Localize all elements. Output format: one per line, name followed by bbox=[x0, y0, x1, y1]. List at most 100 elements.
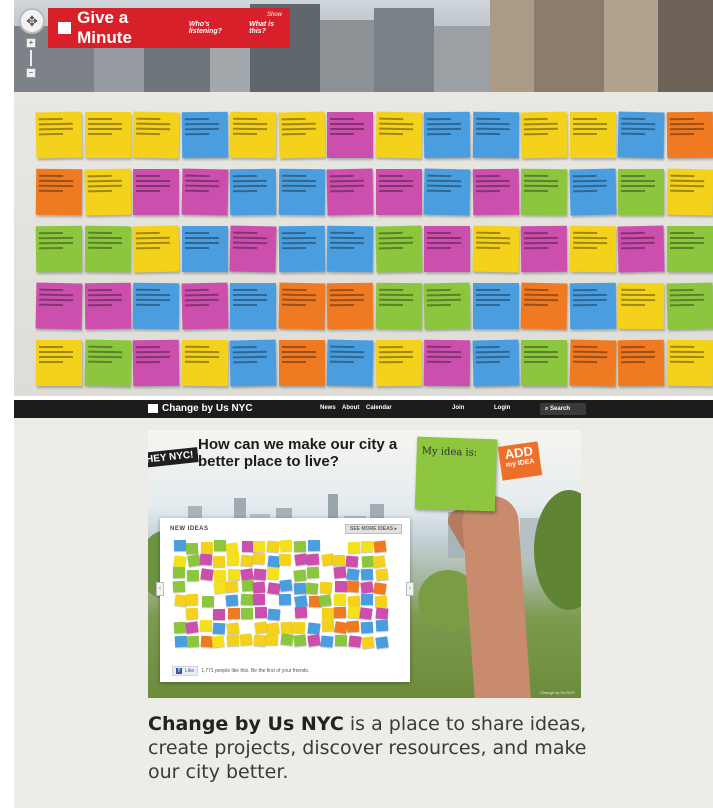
sticky-note[interactable] bbox=[229, 168, 277, 216]
sticky-note[interactable] bbox=[327, 112, 373, 158]
sticky-note[interactable] bbox=[666, 168, 713, 216]
sticky-note[interactable] bbox=[35, 225, 83, 273]
sticky-note[interactable] bbox=[132, 339, 180, 387]
sticky-note[interactable] bbox=[472, 283, 519, 329]
sticky-note[interactable] bbox=[132, 282, 180, 330]
sticky-note[interactable] bbox=[521, 340, 567, 386]
sticky-note[interactable] bbox=[181, 111, 228, 159]
sticky-note[interactable] bbox=[230, 283, 276, 329]
mini-sticky-note bbox=[173, 540, 186, 552]
sticky-note[interactable] bbox=[666, 111, 713, 159]
sticky-note[interactable] bbox=[84, 339, 131, 387]
nav-join[interactable]: Join bbox=[452, 405, 464, 411]
add-my-idea-button[interactable]: ADD my IDEA bbox=[497, 441, 543, 481]
sticky-note[interactable] bbox=[326, 282, 374, 330]
sticky-note[interactable] bbox=[229, 339, 277, 387]
sticky-note[interactable] bbox=[375, 111, 422, 159]
what-is-this-link[interactable]: What is this? bbox=[249, 21, 290, 35]
sticky-note[interactable] bbox=[423, 111, 471, 159]
sticky-note[interactable] bbox=[278, 168, 325, 216]
change-by-us-logo[interactable]: Change by Us NYC bbox=[162, 403, 253, 414]
sticky-note[interactable] bbox=[133, 169, 179, 215]
sticky-note[interactable] bbox=[326, 168, 374, 216]
search-button[interactable]: ⌕ Search bbox=[540, 403, 586, 415]
sticky-note[interactable] bbox=[35, 168, 83, 216]
sticky-note[interactable] bbox=[375, 169, 422, 215]
nav-login[interactable]: Login bbox=[494, 405, 510, 411]
sticky-note[interactable] bbox=[618, 169, 664, 215]
hey-nyc-badge: HEY NYC! bbox=[148, 447, 199, 468]
sticky-note[interactable] bbox=[278, 340, 325, 386]
sticky-note[interactable] bbox=[181, 226, 228, 272]
sticky-note[interactable] bbox=[569, 168, 616, 216]
sticky-note[interactable] bbox=[520, 225, 568, 273]
mini-sticky-note bbox=[185, 607, 199, 620]
sticky-note[interactable] bbox=[375, 282, 422, 330]
sticky-note[interactable] bbox=[132, 111, 180, 159]
sticky-note[interactable] bbox=[423, 339, 471, 387]
sticky-note[interactable] bbox=[569, 112, 616, 158]
sticky-note[interactable] bbox=[472, 339, 519, 387]
photo-credit: Change by Us NYC bbox=[540, 690, 575, 695]
sticky-note[interactable] bbox=[520, 168, 568, 216]
sticky-note[interactable] bbox=[84, 168, 131, 216]
sticky-note[interactable] bbox=[617, 339, 665, 387]
sticky-note[interactable] bbox=[520, 282, 568, 330]
sticky-note[interactable] bbox=[84, 282, 131, 330]
sticky-note[interactable] bbox=[569, 282, 616, 330]
facebook-like-button[interactable]: f Like bbox=[172, 666, 199, 676]
sticky-note[interactable] bbox=[36, 340, 82, 386]
sticky-note[interactable] bbox=[84, 112, 131, 158]
sticky-note[interactable] bbox=[472, 111, 519, 159]
zoom-slider-track[interactable] bbox=[30, 50, 32, 66]
sticky-note[interactable] bbox=[520, 111, 568, 159]
mini-sticky-note bbox=[335, 634, 348, 647]
my-idea-card[interactable]: My idea is: bbox=[414, 436, 498, 512]
mini-sticky-note bbox=[306, 567, 319, 579]
nav-about[interactable]: About bbox=[342, 405, 359, 411]
sticky-note[interactable] bbox=[424, 226, 470, 272]
sticky-note[interactable] bbox=[472, 225, 519, 273]
sticky-note[interactable] bbox=[229, 111, 277, 159]
mini-sticky-note bbox=[186, 635, 200, 648]
sticky-note[interactable] bbox=[35, 111, 83, 159]
sticky-note[interactable] bbox=[375, 225, 422, 273]
whos-listening-link[interactable]: Who's listening? bbox=[189, 21, 241, 35]
see-more-ideas-button[interactable]: SEE MORE IDEAS ▸ bbox=[345, 524, 402, 534]
sticky-note[interactable] bbox=[569, 225, 616, 273]
previous-arrow-icon[interactable]: ‹ bbox=[156, 582, 164, 596]
sticky-note[interactable] bbox=[181, 339, 228, 387]
sticky-note[interactable] bbox=[423, 168, 471, 216]
zoom-out-button[interactable]: − bbox=[26, 68, 36, 78]
sticky-note[interactable] bbox=[326, 339, 374, 387]
sticky-note[interactable] bbox=[666, 339, 713, 387]
tagline-brand: Change by Us NYC bbox=[148, 713, 344, 735]
zoom-control[interactable]: + − bbox=[26, 38, 36, 78]
show-toggle[interactable]: Show bbox=[267, 12, 282, 18]
sticky-note[interactable] bbox=[278, 225, 325, 273]
sticky-note[interactable] bbox=[35, 282, 83, 330]
nav-news[interactable]: News bbox=[320, 405, 336, 411]
sticky-note[interactable] bbox=[617, 111, 665, 159]
mini-sticky-note bbox=[185, 542, 198, 554]
sticky-note[interactable] bbox=[617, 225, 665, 273]
sticky-note[interactable] bbox=[181, 282, 228, 330]
zoom-in-button[interactable]: + bbox=[26, 38, 36, 48]
sticky-note[interactable] bbox=[229, 225, 277, 273]
sticky-note[interactable] bbox=[375, 339, 422, 387]
pan-control-icon[interactable]: ✥ bbox=[19, 8, 45, 34]
next-arrow-icon[interactable]: › bbox=[406, 582, 414, 596]
sticky-note[interactable] bbox=[278, 111, 325, 159]
sticky-note[interactable] bbox=[181, 168, 228, 216]
sticky-note[interactable] bbox=[666, 226, 713, 272]
sticky-note[interactable] bbox=[326, 225, 374, 273]
sticky-note[interactable] bbox=[423, 282, 471, 330]
sticky-note[interactable] bbox=[278, 282, 325, 330]
sticky-note[interactable] bbox=[666, 282, 713, 330]
sticky-note[interactable] bbox=[617, 282, 665, 330]
sticky-note[interactable] bbox=[569, 339, 616, 387]
sticky-note[interactable] bbox=[132, 225, 180, 273]
sticky-note[interactable] bbox=[84, 225, 131, 273]
nav-calendar[interactable]: Calendar bbox=[366, 405, 392, 411]
sticky-note[interactable] bbox=[472, 168, 519, 216]
